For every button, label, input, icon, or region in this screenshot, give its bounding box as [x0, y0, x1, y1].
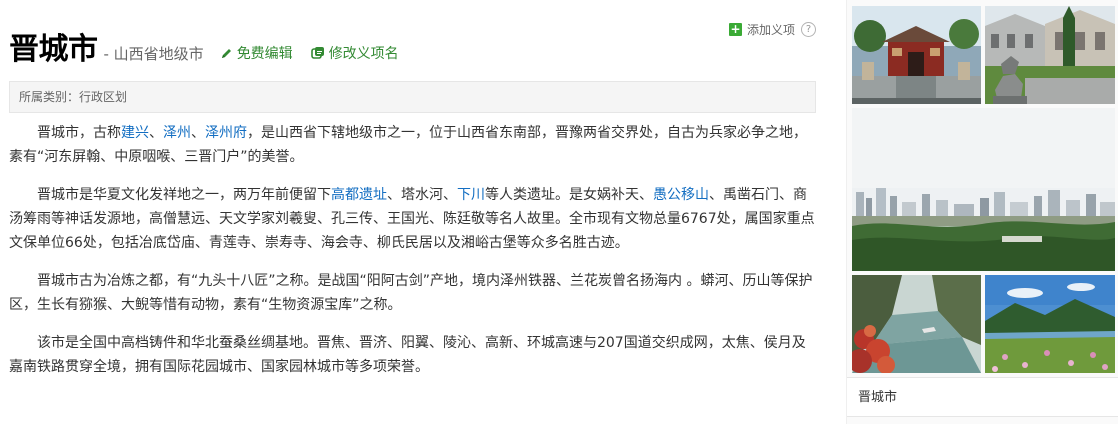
add-sense-label: 添加义项 [747, 22, 796, 37]
paragraph-text: 晋城市是华夏文化发祥地之一，两万年前便留下 [37, 187, 331, 203]
river-gorge-photo[interactable] [852, 275, 981, 373]
entry-link[interactable]: 下川 [457, 187, 485, 203]
paragraph-text: 、塔水河、 [387, 187, 457, 203]
summary-paragraph: 晋城市是华夏文化发祥地之一，两万年前便留下高都遗址、塔水河、下川等人类遗址。是女… [9, 183, 816, 255]
paragraph-text: 、 [149, 125, 163, 141]
plus-icon: + [729, 21, 742, 36]
rename-button-label: 修改义项名 [328, 46, 399, 62]
summary-paragraph: 晋城市，古称建兴、泽州、泽州府，是山西省下辖地级市之一，位于山西省东南部，晋豫两… [9, 121, 816, 169]
help-icon[interactable]: ? [801, 21, 817, 37]
entry-link[interactable]: 高都遗址 [331, 187, 387, 203]
stone-lion-courtyard-photo[interactable] [985, 6, 1115, 104]
add-sense-action[interactable]: + 添加义项 ? [729, 19, 817, 39]
city-skyline-photo[interactable] [852, 108, 1115, 271]
sidebar-album: 晋城市 [846, 0, 1118, 424]
rename-button[interactable]: 修改义项名 [310, 43, 399, 63]
pencil-icon [220, 47, 233, 60]
paragraph-text: 等人类遗址。是女娲补天、 [485, 187, 653, 203]
paragraph-text: 该市是全国中高档铸件和华北蚕桑丝绸基地。晋焦、晋济、阳翼、陵沁、高新、环城高速与… [9, 335, 806, 375]
edit-button[interactable]: 免费编辑 [220, 43, 293, 63]
summary-paragraph: 晋城市古为冶炼之都，有“九头十八匠”之称。是战国“阳阿古剑”产地，境内泽州铁器、… [9, 269, 816, 317]
entry-link[interactable]: 泽州 [163, 125, 191, 141]
entry-link[interactable]: 建兴 [121, 125, 149, 141]
paragraph-text: 晋城市古为冶炼之都，有“九头十八匠”之称。是战国“阳阿古剑”产地，境内泽州铁器、… [9, 273, 813, 313]
paragraph-text: 、 [191, 125, 205, 141]
mountain-lake-photo[interactable] [985, 275, 1115, 373]
edit-button-label: 免费编辑 [236, 46, 293, 62]
entry-link[interactable]: 泽州府 [205, 125, 247, 141]
album-caption[interactable]: 晋城市 [847, 377, 1118, 417]
summary-paragraph: 该市是全国中高档铸件和华北蚕桑丝绸基地。晋焦、晋济、阳翼、陵沁、高新、环城高速与… [9, 331, 816, 379]
page-title: 晋城市 [9, 32, 98, 67]
category-bar: 所属类别：行政区划 [9, 81, 816, 113]
title-row: 晋城市 - 山西省地级市 免费编辑 修改义项名 [9, 30, 399, 70]
paragraph-text: 晋城市，古称 [37, 125, 121, 141]
rename-icon [310, 46, 325, 60]
page-subtitle: - 山西省地级市 [103, 44, 204, 63]
photo-album[interactable] [852, 6, 1115, 373]
entry-link[interactable]: 愚公移山 [653, 187, 709, 203]
category-text: 所属类别：行政区划 [19, 90, 128, 104]
temple-gate-photo[interactable] [852, 6, 981, 104]
summary-content: 晋城市，古称建兴、泽州、泽州府，是山西省下辖地级市之一，位于山西省东南部，晋豫两… [9, 121, 816, 393]
